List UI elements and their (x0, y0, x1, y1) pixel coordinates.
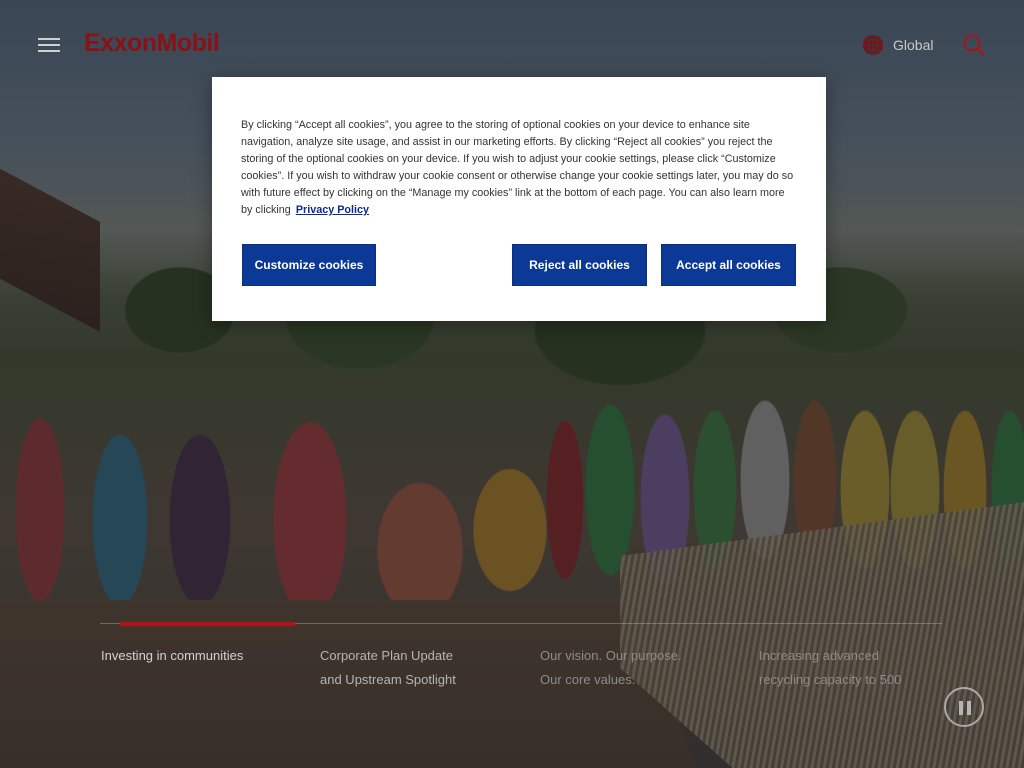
slide-tab-line1: Corporate Plan Update (320, 648, 453, 663)
globe-icon (863, 34, 883, 56)
accept-all-cookies-button[interactable]: Accept all cookies (661, 244, 796, 286)
pause-icon[interactable] (944, 687, 984, 727)
exxonmobil-logo[interactable]: ExxonMobil (84, 28, 220, 58)
slide-tab-line2: recycling capacity to 500 (759, 672, 902, 687)
slide-tab-line2: and Upstream Spotlight (320, 672, 456, 687)
slide-tab-corporate-plan-update[interactable]: Corporate Plan Update and Upstream Spotl… (320, 644, 490, 692)
region-label: Global (893, 37, 934, 53)
slide-tab-line2: Our core values. (540, 672, 636, 687)
search-icon[interactable] (962, 33, 986, 57)
cookie-consent-dialog: By clicking “Accept all cookies”, you ag… (212, 77, 826, 321)
slide-tab-line1: Increasing advanced (759, 648, 879, 663)
slide-progress-bar (120, 622, 295, 626)
slide-tab-investing-in-communities[interactable]: Investing in communities (101, 644, 271, 668)
reject-all-cookies-button[interactable]: Reject all cookies (512, 244, 647, 286)
slide-tab-line1: Our vision. Our purpose. (540, 648, 682, 663)
slide-tab-our-vision[interactable]: Our vision. Our purpose. Our core values… (540, 644, 710, 692)
slide-tab-advanced-recycling[interactable]: Increasing advanced recycling capacity t… (759, 644, 929, 692)
cookie-consent-text: By clicking “Accept all cookies”, you ag… (241, 117, 797, 219)
privacy-policy-link[interactable]: Privacy Policy (296, 204, 369, 216)
customize-cookies-button[interactable]: Customize cookies (242, 244, 376, 286)
cookie-consent-body: By clicking “Accept all cookies”, you ag… (241, 119, 794, 216)
hamburger-menu-icon[interactable] (38, 36, 62, 54)
region-selector[interactable]: Global (862, 33, 933, 57)
slide-tab-line1: Investing in communities (101, 648, 244, 663)
